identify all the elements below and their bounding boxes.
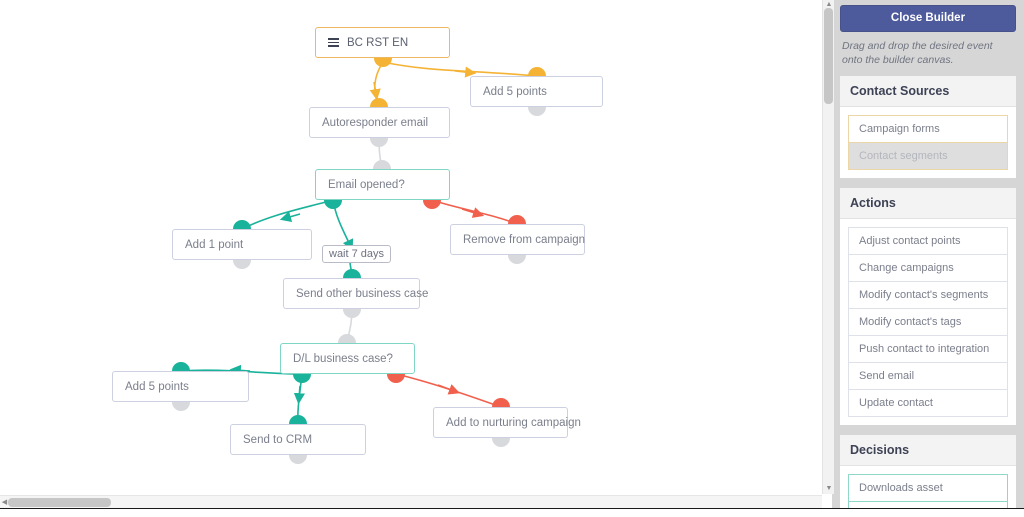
wait-badge[interactable]: wait 7 days [322,245,392,263]
node-out-connector[interactable] [289,455,307,464]
canvas-node-label: Remove from campaign [463,233,586,246]
panel-contact-sources: Contact Sources Campaign forms Contact s… [840,76,1016,179]
node-out-connector[interactable] [370,138,388,147]
sidebar-item-modify-contacts-segments[interactable]: Modify contact's segments [848,281,1008,309]
node-out-connector[interactable] [508,255,526,264]
item-group: Campaign forms Contact segments [847,114,1009,171]
panel-title: Decisions [840,435,1016,467]
canvas-node-add-5-points-top[interactable]: Add 5 points [470,76,603,107]
canvas-vertical-scrollbar[interactable]: ▲ ▼ [822,0,834,494]
canvas-node-send-to-crm[interactable]: Send to CRM [230,424,366,455]
sidebar-item-modify-contacts-tags[interactable]: Modify contact's tags [848,308,1008,336]
list-icon [328,38,339,47]
node-in-connector[interactable] [528,67,546,76]
node-in-connector[interactable] [338,334,356,343]
sidebar-item-campaign-forms[interactable]: Campaign forms [848,115,1008,143]
node-out-connector[interactable] [528,107,546,116]
panel-body: Campaign forms Contact segments [840,107,1016,178]
canvas-node-source[interactable]: BC RST EN [315,27,450,58]
sidebar-item-downloads-asset[interactable]: Downloads asset [848,474,1008,502]
canvas-node-label: Email opened? [328,178,405,191]
panel-body: Adjust contact points Change campaigns M… [840,219,1016,425]
node-no-connector[interactable] [423,200,441,209]
canvas-node-label: Add 1 point [185,238,244,251]
node-out-connector[interactable] [343,309,361,318]
canvas-node-label: Send other business case [296,287,429,300]
sidebar-item-change-campaigns[interactable]: Change campaigns [848,254,1008,282]
canvas-node-email-opened[interactable]: Email opened? [315,169,450,200]
node-in-connector[interactable] [373,160,391,169]
node-no-connector[interactable] [387,374,405,383]
sidebar-item-update-contact[interactable]: Update contact [848,389,1008,418]
canvas-node-add-to-nurturing-campaign[interactable]: Add to nurturing campaign [433,407,581,438]
builder-canvas[interactable]: BC RST EN Add 5 points Autoresponder ema… [0,0,822,494]
panel-decisions: Decisions Downloads asset Opens email Su… [840,435,1016,517]
node-in-connector[interactable] [508,215,526,224]
scroll-down-arrow-icon[interactable]: ▼ [823,484,835,494]
node-yes-connector[interactable] [324,200,342,209]
canvas-node-add-5-points-bottom[interactable]: Add 5 points [112,371,249,402]
node-out-connector[interactable] [233,260,251,269]
node-yes-connector[interactable] [293,374,311,383]
canvas-node-autoresponder-email[interactable]: Autoresponder email [309,107,450,138]
sidebar-item-send-email[interactable]: Send email [848,362,1008,390]
vertical-scrollbar-thumb[interactable] [824,8,833,104]
connector-layer [180,61,538,425]
canvas-node-send-other-business-case[interactable]: Send other business case [283,278,428,309]
canvas-horizontal-scrollbar[interactable]: ◀ [0,495,822,508]
canvas-node-label: BC RST EN [347,36,409,49]
window-bottom-strip [0,508,1024,517]
canvas-node-label: Add to nurturing campaign [446,416,581,429]
horizontal-scrollbar-thumb[interactable] [8,498,111,507]
item-group: Adjust contact points Change campaigns M… [847,226,1009,418]
panel-title: Contact Sources [840,76,1016,108]
node-in-connector[interactable] [289,415,307,424]
wait-badge-label: wait 7 days [329,248,385,260]
node-in-connector[interactable] [370,98,388,107]
node-in-connector[interactable] [492,398,510,407]
campaign-builder-app: BC RST EN Add 5 points Autoresponder ema… [0,0,1024,517]
sidebar-item-push-contact-to-integration[interactable]: Push contact to integration [848,335,1008,363]
node-out-connector[interactable] [492,438,510,447]
canvas-node-remove-from-campaign[interactable]: Remove from campaign [450,224,585,255]
canvas-node-label: Add 5 points [483,85,547,98]
node-in-connector[interactable] [343,269,361,278]
node-in-connector[interactable] [233,220,251,229]
canvas-node-label: D/L business case? [293,352,393,365]
canvas-node-add-1-point[interactable]: Add 1 point [172,229,312,260]
drag-and-drop-hint: Drag and drop the desired event onto the… [842,40,993,67]
canvas-node-label: Send to CRM [243,433,313,446]
sidebar-item-adjust-contact-points[interactable]: Adjust contact points [848,227,1008,255]
node-out-connector[interactable] [172,402,190,411]
canvas-node-label: Autoresponder email [322,116,429,129]
sidebar-item-contact-segments: Contact segments [848,142,1008,171]
close-builder-button[interactable]: Close Builder [840,5,1016,32]
panel-title: Actions [840,188,1016,220]
panel-actions: Actions Adjust contact points Change cam… [840,188,1016,426]
node-in-connector[interactable] [172,362,190,371]
builder-sidebar: Close Builder Drag and drop the desired … [832,0,1024,517]
canvas-node-label: Add 5 points [125,380,189,393]
node-out-connector[interactable] [374,58,392,67]
canvas-node-dl-business-case[interactable]: D/L business case? [280,343,415,374]
